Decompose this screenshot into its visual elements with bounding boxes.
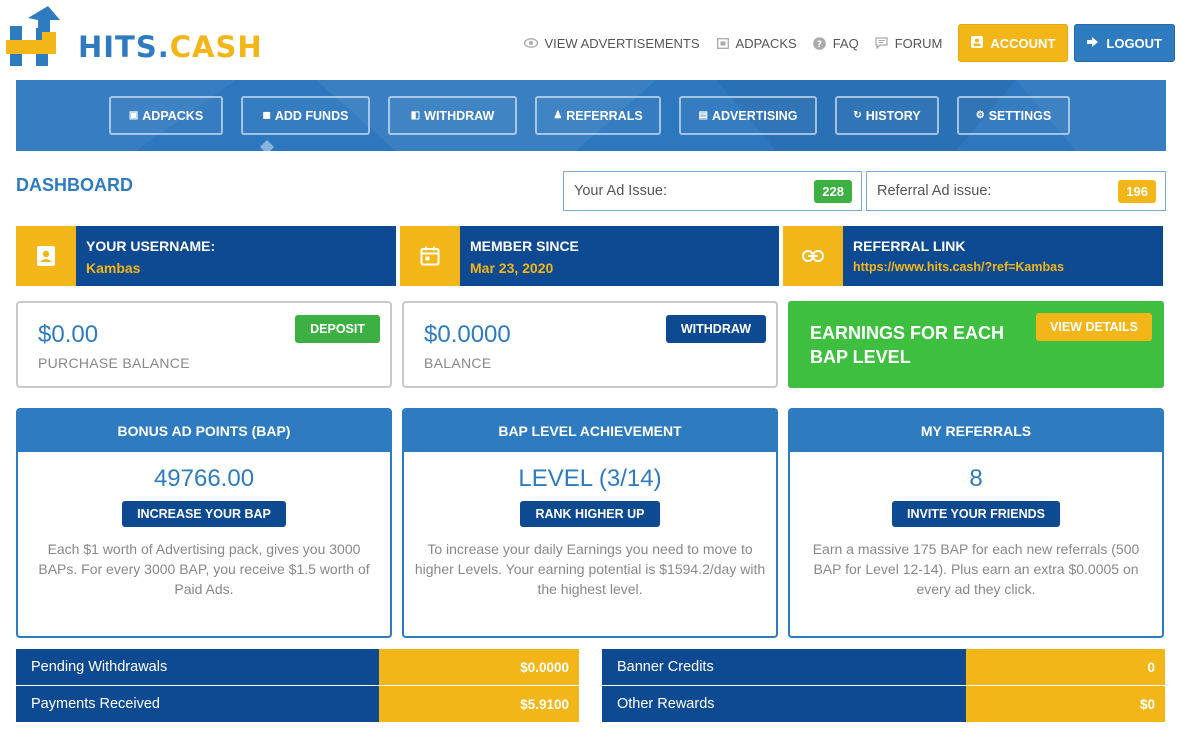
menu-history[interactable]: ↻ HISTORY xyxy=(835,96,939,135)
invite-friends-button[interactable]: INVITE YOUR FRIENDS xyxy=(892,501,1060,527)
menu-settings[interactable]: ⚙ SETTINGS xyxy=(957,96,1070,135)
purchase-balance-amount: $0.00 xyxy=(38,321,99,348)
balance-amount: $0.0000 xyxy=(424,321,511,348)
username-value: Kambas xyxy=(86,260,141,276)
referral-link-value[interactable]: https://www.hits.cash/?ref=Kambas xyxy=(853,260,1064,274)
contact-card-icon xyxy=(16,226,76,286)
nav-view-advertisements[interactable]: VIEW ADVERTISEMENTS xyxy=(524,36,700,51)
banner-credits-row: Banner Credits 0 xyxy=(602,649,1165,685)
bap-level-card: BAP LEVEL ACHIEVEMENT LEVEL (3/14) RANK … xyxy=(402,408,778,638)
ad-icon: ▤ xyxy=(698,110,708,121)
pending-withdrawals-label: Pending Withdrawals xyxy=(16,649,379,685)
question-icon: ? xyxy=(813,36,827,50)
nav-faq[interactable]: ? FAQ xyxy=(813,36,859,51)
payments-received-value: $5.9100 xyxy=(379,686,579,722)
referral-link-tile: REFERRAL LINK https://www.hits.cash/?ref… xyxy=(783,226,1163,286)
referral-ad-issue-badge: 196 xyxy=(1118,180,1156,203)
account-button[interactable]: ACCOUNT xyxy=(958,24,1069,62)
menu-advertising[interactable]: ▤ ADVERTISING xyxy=(679,96,817,135)
pending-withdrawals-row: Pending Withdrawals $0.0000 xyxy=(16,649,579,685)
rank-higher-button[interactable]: RANK HIGHER UP xyxy=(520,501,660,527)
link-icon xyxy=(783,226,843,286)
member-since-title: MEMBER SINCE xyxy=(470,238,579,254)
account-card-icon xyxy=(971,35,984,51)
your-ad-issue-badge: 228 xyxy=(814,180,852,203)
adpack-icon: ▣ xyxy=(128,110,139,121)
nav-adpacks[interactable]: ADPACKS xyxy=(716,36,797,51)
my-referrals-card: MY REFERRALS 8 INVITE YOUR FRIENDS Earn … xyxy=(788,408,1164,638)
history-icon: ↻ xyxy=(853,110,862,121)
bonus-ad-points-card: BONUS AD POINTS (BAP) 49766.00 INCREASE … xyxy=(16,408,392,638)
bonus-ad-points-title: BONUS AD POINTS (BAP) xyxy=(18,410,390,452)
logout-button[interactable]: LOGOUT xyxy=(1074,24,1175,62)
your-ad-issue-label: Your Ad Issue: xyxy=(574,183,667,199)
deposit-button[interactable]: DEPOSIT xyxy=(295,315,380,343)
my-referrals-description: Earn a massive 175 BAP for each new refe… xyxy=(812,541,1140,597)
banner-credits-label: Banner Credits xyxy=(602,649,966,685)
pending-withdrawals-value: $0.0000 xyxy=(379,649,579,685)
referral-link-title: REFERRAL LINK xyxy=(853,238,966,254)
bag-icon: ◼ xyxy=(262,110,271,121)
eye-icon xyxy=(524,36,539,50)
my-referrals-value: 8 xyxy=(969,465,983,492)
top-navigation: VIEW ADVERTISEMENTS ADPACKS ? FAQ FORUM … xyxy=(524,24,1181,62)
referral-ad-issue-box: Referral Ad issue: 196 xyxy=(866,171,1166,211)
withdraw-icon: ◧ xyxy=(410,110,421,121)
earnings-bap-card: EARNINGS FOR EACH BAP LEVEL VIEW DETAILS xyxy=(788,301,1164,388)
payments-received-label: Payments Received xyxy=(16,686,379,722)
logo-mark-icon xyxy=(6,6,60,66)
menu-buttons: ▣ ADPACKS ◼ ADD FUNDS ◧ WITHDRAW ♟ REFERRALS… xyxy=(109,96,1088,135)
referral-ad-issue-label: Referral Ad issue: xyxy=(877,183,992,199)
your-ad-issue-box: Your Ad Issue: 228 xyxy=(563,171,862,211)
users-icon: ♟ xyxy=(553,110,563,121)
member-since-tile: MEMBER SINCE Mar 23, 2020 xyxy=(400,226,779,286)
account-menu-bar: ▣ ADPACKS ◼ ADD FUNDS ◧ WITHDRAW ♟ REFERRALS… xyxy=(16,80,1166,151)
other-rewards-value: $0 xyxy=(966,686,1165,722)
page-title: DASHBOARD xyxy=(16,175,133,195)
purchase-balance-label: PURCHASE BALANCE xyxy=(38,355,190,371)
sign-out-icon xyxy=(1087,36,1099,51)
withdraw-button[interactable]: WITHDRAW xyxy=(665,315,766,343)
adpack-icon xyxy=(716,36,730,50)
other-rewards-row: Other Rewards $0 xyxy=(602,686,1165,722)
chat-icon xyxy=(875,36,889,50)
menu-referrals[interactable]: ♟ REFERRALS xyxy=(535,96,661,135)
balance-card: $0.0000 BALANCE WITHDRAW xyxy=(402,301,778,388)
member-since-value: Mar 23, 2020 xyxy=(470,260,554,276)
increase-bap-button[interactable]: INCREASE YOUR BAP xyxy=(122,501,286,527)
nav-forum[interactable]: FORUM xyxy=(875,36,942,51)
svg-text:?: ? xyxy=(817,40,822,50)
menu-add-funds[interactable]: ◼ ADD FUNDS xyxy=(241,96,370,135)
bap-level-description: To increase your daily Earnings you need… xyxy=(414,541,766,597)
balance-label: BALANCE xyxy=(424,355,492,371)
banner-credits-value: 0 xyxy=(966,649,1165,685)
bonus-ad-points-description: Each $1 worth of Advertising pack, gives… xyxy=(38,541,370,597)
payments-received-row: Payments Received $5.9100 xyxy=(16,686,579,722)
top-header: HITS.CASH VIEW ADVERTISEMENTS ADPACKS ? … xyxy=(0,0,1181,80)
menu-withdraw[interactable]: ◧ WITHDRAW xyxy=(388,96,517,135)
my-referrals-title: MY REFERRALS xyxy=(790,410,1162,452)
other-rewards-label: Other Rewards xyxy=(602,686,966,722)
gear-icon: ⚙ xyxy=(975,110,985,121)
bap-level-title: BAP LEVEL ACHIEVEMENT xyxy=(404,410,776,452)
logo-text: HITS.CASH xyxy=(78,30,263,64)
username-title: YOUR USERNAME: xyxy=(86,238,216,254)
view-details-button[interactable]: VIEW DETAILS xyxy=(1036,313,1152,341)
earnings-bap-title: EARNINGS FOR EACH BAP LEVEL xyxy=(810,323,1005,367)
purchase-balance-card: $0.00 PURCHASE BALANCE DEPOSIT xyxy=(16,301,392,388)
calendar-icon xyxy=(400,226,460,286)
menu-adpacks[interactable]: ▣ ADPACKS xyxy=(109,96,223,135)
logo[interactable]: HITS.CASH xyxy=(6,6,266,72)
username-tile: YOUR USERNAME: Kambas xyxy=(16,226,396,286)
bap-level-value: LEVEL (3/14) xyxy=(518,465,662,492)
bonus-ad-points-value: 49766.00 xyxy=(153,465,255,492)
